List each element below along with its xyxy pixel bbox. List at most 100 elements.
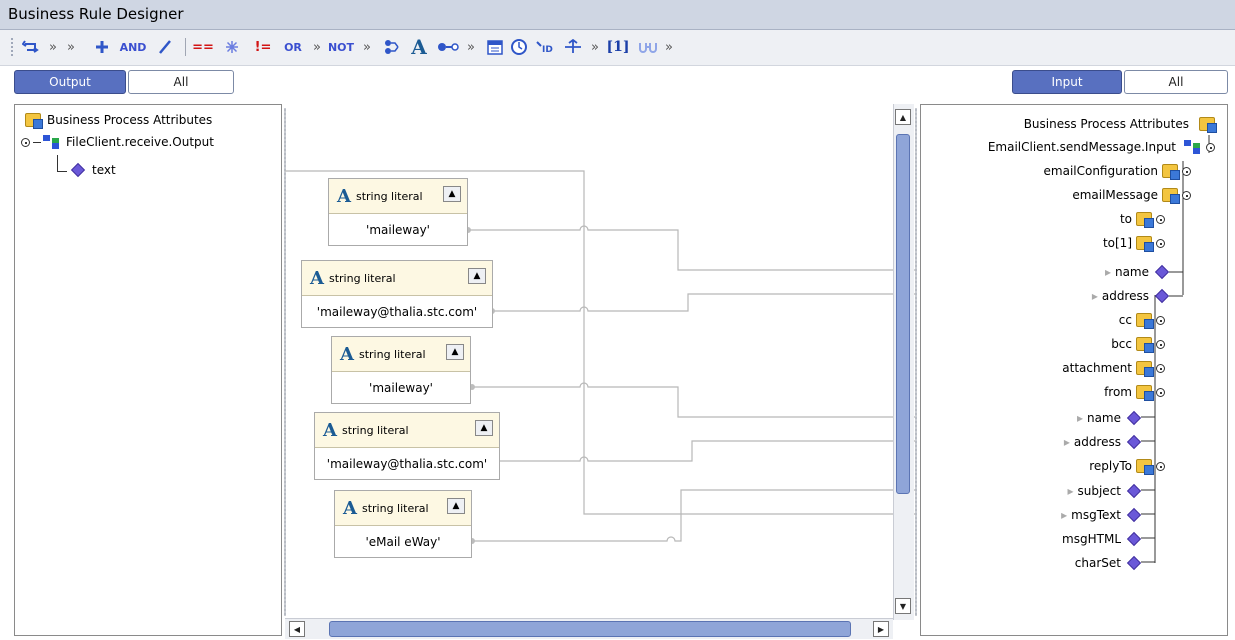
divide-icon[interactable] [154,36,176,58]
string-literal-box[interactable]: Astring literal ▲ 'maileway@thalia.stc.co… [301,260,493,328]
literal-value[interactable]: 'eMail eWay' [335,526,471,558]
tab-input[interactable]: Input [1012,70,1122,94]
collapse-button[interactable]: ▲ [468,268,486,284]
literal-value[interactable]: 'maileway@thalia.stc.com' [315,448,499,480]
string-literal-box[interactable]: Astring literal ▲ 'eMail eWay' [334,490,472,558]
folder-icon [1162,164,1180,180]
string-literal-icon[interactable]: A [408,35,430,59]
concat-icon[interactable] [636,36,660,58]
vertical-scroll-thumb[interactable] [896,134,910,494]
more-chevron-4[interactable]: » [360,36,374,58]
folder-icon [1162,188,1180,204]
tree-leaf-text[interactable]: text [70,162,116,178]
tree-root-output[interactable]: Business Process Attributes [25,113,212,129]
expand-toggle-icon[interactable] [1156,214,1165,224]
clock-icon[interactable] [508,36,530,58]
mapped-arrow-icon: ▸ [1076,411,1083,425]
tree-item-name-from[interactable]: ▸ name [1076,410,1142,426]
tree-item-msgtext[interactable]: ▸ msgText [1061,507,1142,523]
tree-item-from[interactable]: from [1104,385,1165,401]
not-operator-button[interactable]: NOT [326,36,356,58]
expand-toggle-icon[interactable] [1156,339,1165,349]
scroll-right-button[interactable]: ▶ [873,621,889,637]
more-chevron-5[interactable]: » [464,36,478,58]
tree-node-fileclient[interactable]: FileClient.receive.Output [21,135,214,149]
tree-item-to-1[interactable]: to[1] [1103,236,1165,252]
tree-root-input[interactable]: Business Process Attributes [1024,117,1217,133]
asterisk-icon[interactable] [222,36,242,58]
more-chevron-1[interactable]: » [46,36,60,58]
not-equals-operator-button[interactable]: != [252,36,274,58]
expand-toggle-icon[interactable] [1156,315,1165,325]
expand-toggle-icon[interactable] [1182,190,1191,200]
tab-input-all[interactable]: All [1124,70,1228,94]
calendar-icon[interactable] [484,36,506,58]
branch-icon[interactable] [382,36,404,58]
tree-item-charset[interactable]: charSet [1075,555,1142,571]
add-icon[interactable] [92,36,112,58]
connector-icon[interactable] [436,36,460,58]
field-icon [70,162,86,178]
literal-value[interactable]: 'maileway@thalia.stc.com' [302,296,492,328]
array-index-button[interactable]: [1] [606,36,630,58]
tree-node-label: FileClient.receive.Output [66,135,214,149]
tree-item-label: subject [1077,484,1122,498]
tree-item-label: from [1104,385,1132,399]
tab-output-all[interactable]: All [128,70,234,94]
more-chevron-2[interactable]: » [64,36,78,58]
toolbar-grip[interactable] [10,37,14,57]
expand-toggle-icon[interactable] [1182,166,1191,176]
expand-toggle-icon[interactable] [1156,461,1165,471]
more-chevron-3[interactable]: » [310,36,324,58]
split-icon[interactable] [562,36,584,58]
horizontal-scroll-thumb[interactable] [329,621,851,637]
horizontal-scrollbar[interactable]: ◀ ▶ [285,618,893,639]
right-splitter[interactable] [915,108,917,616]
tree-item-bcc[interactable]: bcc [1111,337,1165,353]
expand-toggle-icon[interactable] [1206,142,1215,152]
literal-type: string literal [341,423,409,437]
or-operator-button[interactable]: OR [280,36,306,58]
vertical-scrollbar[interactable]: ▲ ▼ [893,104,914,620]
mapping-canvas[interactable]: Astring literal ▲ 'maileway' Astring lite… [285,104,915,620]
scroll-left-button[interactable]: ◀ [289,621,305,637]
tree-item-emailmessage[interactable]: emailMessage [1072,188,1191,204]
tree-item-attachment[interactable]: attachment [1062,361,1165,377]
mapped-arrow-icon: ▸ [1104,265,1111,279]
loop-icon[interactable] [20,36,42,58]
collapse-button[interactable]: ▲ [447,498,465,514]
tree-node-emailclient[interactable]: EmailClient.sendMessage.Input [988,140,1215,154]
tree-item-subject[interactable]: ▸ subject [1067,483,1142,499]
string-literal-box[interactable]: Astring literal ▲ 'maileway' [328,178,468,246]
tab-output[interactable]: Output [14,70,126,94]
tree-item-cc[interactable]: cc [1119,313,1165,329]
tree-item-replyto[interactable]: replyTo [1089,459,1165,475]
id-icon[interactable]: ID [534,36,558,58]
string-literal-box[interactable]: Astring literal ▲ 'maileway' [331,336,471,404]
tree-item-address-from[interactable]: ▸ address [1064,434,1142,450]
string-literal-box[interactable]: Astring literal ▲ 'maileway@thalia.stc.co… [314,412,500,480]
tree-item-name[interactable]: ▸ name [1104,264,1170,280]
expand-toggle-icon[interactable] [21,137,30,147]
collapse-button[interactable]: ▲ [443,186,461,202]
expand-toggle-icon[interactable] [1156,238,1165,248]
expand-toggle-icon[interactable] [1156,363,1165,373]
tree-item-address[interactable]: ▸ address [1092,288,1170,304]
more-chevron-7[interactable]: » [662,36,676,58]
folder-icon [1136,459,1154,475]
and-operator-button[interactable]: AND [118,36,148,58]
tree-item-to[interactable]: to [1120,212,1165,228]
literal-value[interactable]: 'maileway' [332,372,470,404]
equals-operator-button[interactable]: == [190,36,216,58]
tree-item-emailconfiguration[interactable]: emailConfiguration [1044,164,1191,180]
scroll-down-button[interactable]: ▼ [895,598,911,614]
expand-toggle-icon[interactable] [1156,387,1165,397]
literal-type: string literal [361,501,429,515]
literal-type: string literal [355,189,423,203]
more-chevron-6[interactable]: » [588,36,602,58]
scroll-up-button[interactable]: ▲ [895,109,911,125]
tree-item-msghtml[interactable]: msgHTML [1062,531,1142,547]
literal-value[interactable]: 'maileway' [329,214,467,246]
collapse-button[interactable]: ▲ [475,420,493,436]
collapse-button[interactable]: ▲ [446,344,464,360]
